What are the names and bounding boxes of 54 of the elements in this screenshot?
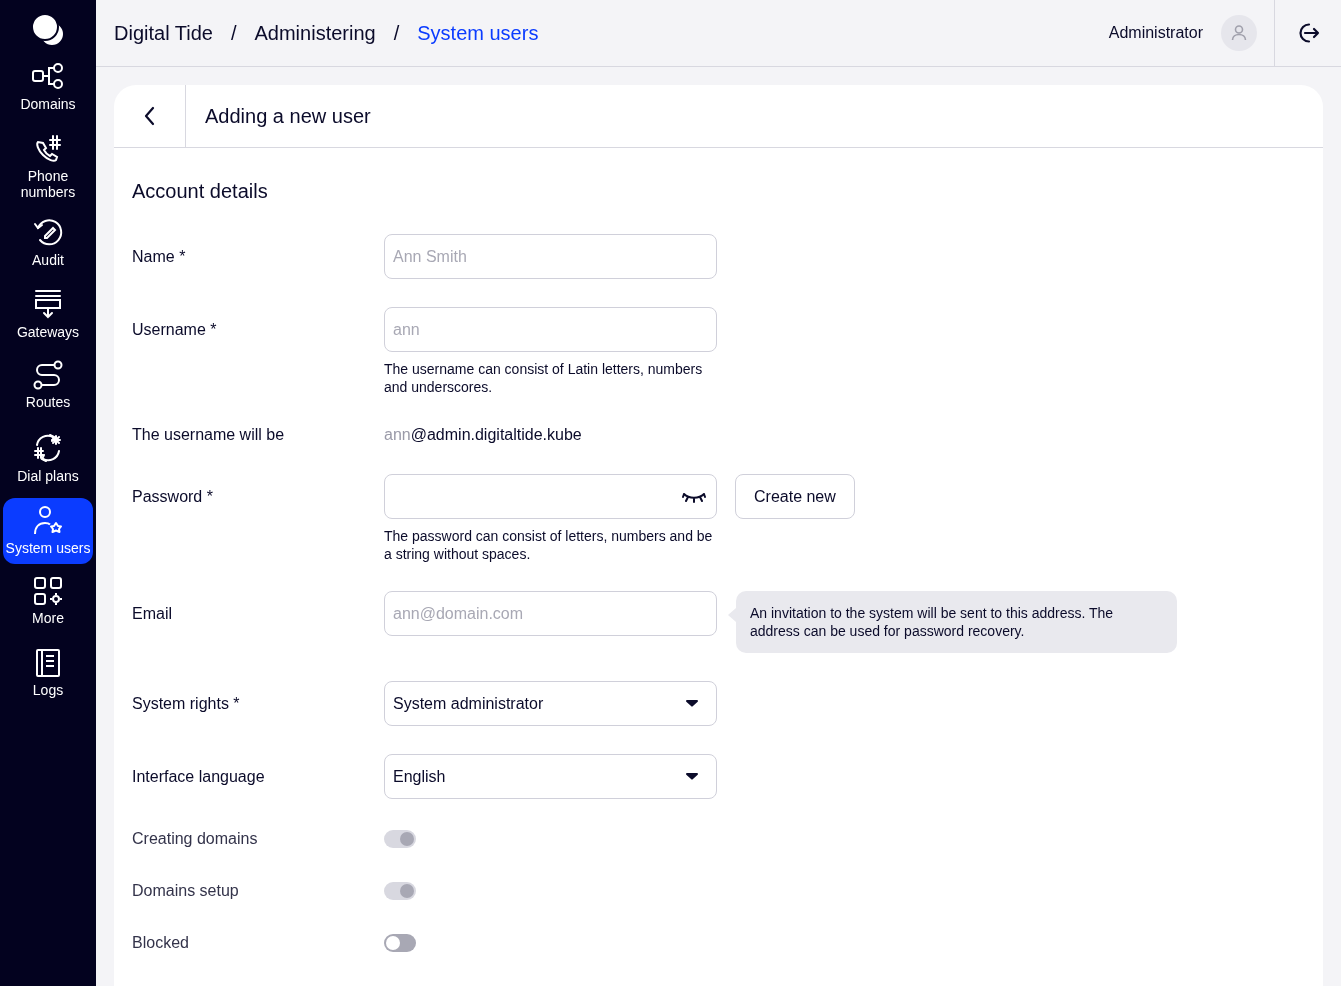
avatar-icon[interactable] (1221, 15, 1257, 51)
field-label: The username will be (132, 425, 286, 445)
sidebar-item[interactable]: Logs (3, 642, 93, 708)
dropdown[interactable]: English (384, 754, 717, 799)
nav-icon (32, 216, 64, 248)
caret-icon (686, 773, 698, 780)
section-title: Account details (131, 179, 269, 204)
tooltip: An invitation to the system will be sent to this address. The address can be used for password recovery. (728, 591, 1177, 653)
closed-eye-icon[interactable] (682, 490, 706, 503)
username-prefix: ann (384, 425, 411, 445)
logo-icon (30, 12, 66, 48)
back-icon (142, 105, 157, 127)
field-label: Email (132, 603, 173, 624)
field-label: Domains setup (132, 881, 240, 901)
dropdown[interactable]: System administrator (384, 681, 717, 726)
username-domain: @admin.digitaltide.kube (410, 425, 582, 445)
input-field[interactable]: Ann Smith (384, 234, 717, 279)
field-label: Password * (132, 486, 214, 507)
sidebar-item[interactable]: Audit (3, 210, 93, 276)
field-hint: The username can consist of Latin letters, numbers and underscores. (384, 360, 704, 396)
breadcrumb-link[interactable]: Administering (254, 18, 376, 48)
toggle-switch[interactable] (384, 934, 416, 952)
field-label: Creating domains (132, 829, 259, 849)
nav-icon (32, 504, 64, 536)
field-label: System rights * (132, 693, 241, 714)
caret-icon (686, 700, 698, 707)
breadcrumb-link[interactable]: Digital Tide (114, 18, 213, 48)
breadcrumb-separator: / (230, 21, 237, 46)
sidebar-item[interactable]: Phone numbers (3, 128, 93, 204)
field-hint: The password can consist of letters, numbers and be a string without spaces. (384, 527, 714, 563)
nav-icon (33, 576, 63, 606)
sidebar-item[interactable]: Gateways (3, 282, 93, 348)
input-field[interactable]: ann@domain.com (384, 591, 717, 636)
password-field[interactable] (384, 474, 717, 519)
nav-icon (33, 288, 63, 320)
nav-icon (32, 432, 64, 464)
breadcrumb-link[interactable]: System users (417, 18, 539, 48)
user-name: Administrator (1108, 23, 1203, 43)
field-label: Username * (132, 319, 218, 340)
nav-icon (32, 360, 64, 390)
field-label: Blocked (132, 933, 190, 953)
input-field[interactable]: ann (384, 307, 717, 352)
sidebar-item[interactable]: More (3, 570, 93, 636)
sidebar-item[interactable]: Domains (3, 56, 93, 122)
page-title: Adding a new user (204, 104, 371, 129)
nav-icon (31, 62, 65, 92)
field-label: Interface language (132, 766, 266, 787)
sidebar-item[interactable]: Routes (3, 354, 93, 420)
sidebar-item[interactable]: System users (3, 498, 93, 564)
sidebar-item[interactable]: Dial plans (3, 426, 93, 492)
create-password-button[interactable]: Create new (735, 474, 855, 519)
nav-icon (34, 648, 62, 678)
field-label: Name * (132, 246, 187, 267)
breadcrumb-separator: / (393, 21, 400, 46)
